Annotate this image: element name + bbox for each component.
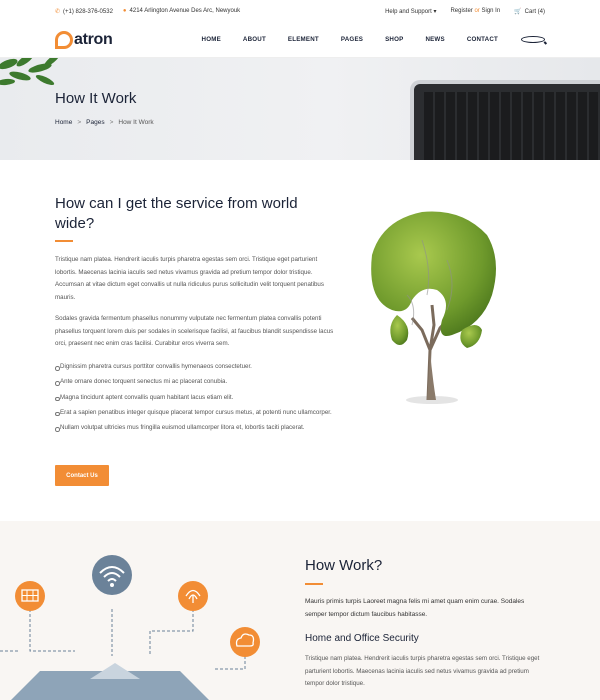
- breadcrumb-separator: >: [77, 119, 82, 126]
- top-bar: ✆ (+1) 828-376-0532 ● 4214 Arlington Avenu…: [0, 0, 600, 22]
- help-label: Help and Support: [385, 8, 432, 15]
- house-image: [11, 663, 209, 700]
- search-icon[interactable]: [521, 36, 545, 43]
- breadcrumb-pages[interactable]: Pages: [86, 119, 104, 126]
- breadcrumb: Home > Pages > How It Work: [55, 119, 154, 126]
- menu-item-home[interactable]: HOME: [191, 36, 232, 43]
- heading-underline: [305, 583, 323, 585]
- logo[interactable]: atron: [55, 30, 113, 49]
- signin-link[interactable]: Sign In: [481, 8, 500, 14]
- feature-list: Dignissim pharetra cursus porttitor conv…: [55, 361, 340, 437]
- phone-icon: ✆: [55, 8, 61, 15]
- main-nav: atron HOME ABOUT ELEMENT PAGES SHOP NEWS…: [0, 22, 600, 58]
- paragraph: Tristique nam platea. Hendrerit iaculis …: [305, 655, 540, 687]
- logo-text: atron: [74, 30, 113, 48]
- page-hero: How It Work Home > Pages > How It Work: [0, 58, 600, 160]
- cart-label: Cart (4): [524, 8, 545, 15]
- cart-icon: 🛒: [514, 8, 522, 15]
- phone-number: (+1) 828-376-0532: [63, 8, 113, 15]
- breadcrumb-separator: >: [109, 119, 114, 126]
- page-title: How It Work: [55, 90, 137, 107]
- cart-link[interactable]: 🛒 Cart (4): [514, 8, 545, 15]
- address-info: ● 4214 Arlington Avenue Des Arc, Newyouk: [123, 8, 240, 14]
- paragraph: Sodales gravida fermentum phasellus nonu…: [55, 315, 334, 347]
- list-item: Magna tincidunt aptent convallis quam ha…: [55, 392, 340, 404]
- paragraph: Tristique nam platea. Hendrerit iaculis …: [55, 256, 324, 301]
- account-links: Register or Sign In: [450, 8, 500, 14]
- menu-item-shop[interactable]: SHOP: [374, 36, 414, 43]
- heading-underline: [55, 240, 73, 242]
- logo-mark-icon: [55, 30, 73, 49]
- plant-image: [0, 58, 60, 86]
- service-section: How can I get the service from world wid…: [0, 160, 600, 521]
- globe-tree-image: [371, 211, 496, 404]
- address-text: 4214 Arlington Avenue Des Arc, Newyouk: [129, 8, 241, 14]
- list-item: Dignissim pharetra cursus porttitor conv…: [55, 361, 340, 373]
- phone-info[interactable]: ✆ (+1) 828-376-0532: [55, 8, 113, 15]
- list-item: Ante ornare donec torquent senectus mi a…: [55, 376, 340, 388]
- wifi-icon: [92, 555, 132, 595]
- or-text: or: [474, 8, 480, 14]
- laptop-keyboard-image: [410, 80, 600, 160]
- menu-item-contact[interactable]: CONTACT: [456, 36, 509, 43]
- intro-paragraph: Mauris primis turpis Laoreet magna felis…: [305, 598, 525, 618]
- breadcrumb-home[interactable]: Home: [55, 119, 72, 126]
- subheading: Home and Office Security: [305, 633, 419, 644]
- breadcrumb-current: How It Work: [118, 119, 154, 126]
- menu-item-news[interactable]: NEWS: [414, 36, 455, 43]
- contact-us-button[interactable]: Contact Us: [55, 465, 109, 486]
- section-heading: How Work?: [305, 557, 383, 574]
- section-heading: How can I get the service from world wid…: [55, 195, 298, 232]
- how-work-section: How Work? Mauris primis turpis Laoreet m…: [0, 521, 600, 700]
- menu-item-about[interactable]: ABOUT: [232, 36, 277, 43]
- location-icon: ●: [122, 8, 127, 14]
- list-item: Erat a sapien penatibus integer quisque …: [55, 407, 340, 419]
- register-link[interactable]: Register: [450, 8, 472, 14]
- help-dropdown[interactable]: Help and Support ▾: [385, 8, 436, 15]
- cloud-icon: [230, 627, 260, 657]
- smart-home-illustration: [0, 555, 260, 700]
- menu-item-element[interactable]: ELEMENT: [277, 36, 330, 43]
- menu: HOME ABOUT ELEMENT PAGES SHOP NEWS CONTA…: [191, 36, 545, 43]
- chevron-down-icon: ▾: [433, 8, 437, 15]
- list-item: Nullam volutpat ultricies mus fringilla …: [55, 422, 340, 434]
- menu-item-pages[interactable]: PAGES: [330, 36, 374, 43]
